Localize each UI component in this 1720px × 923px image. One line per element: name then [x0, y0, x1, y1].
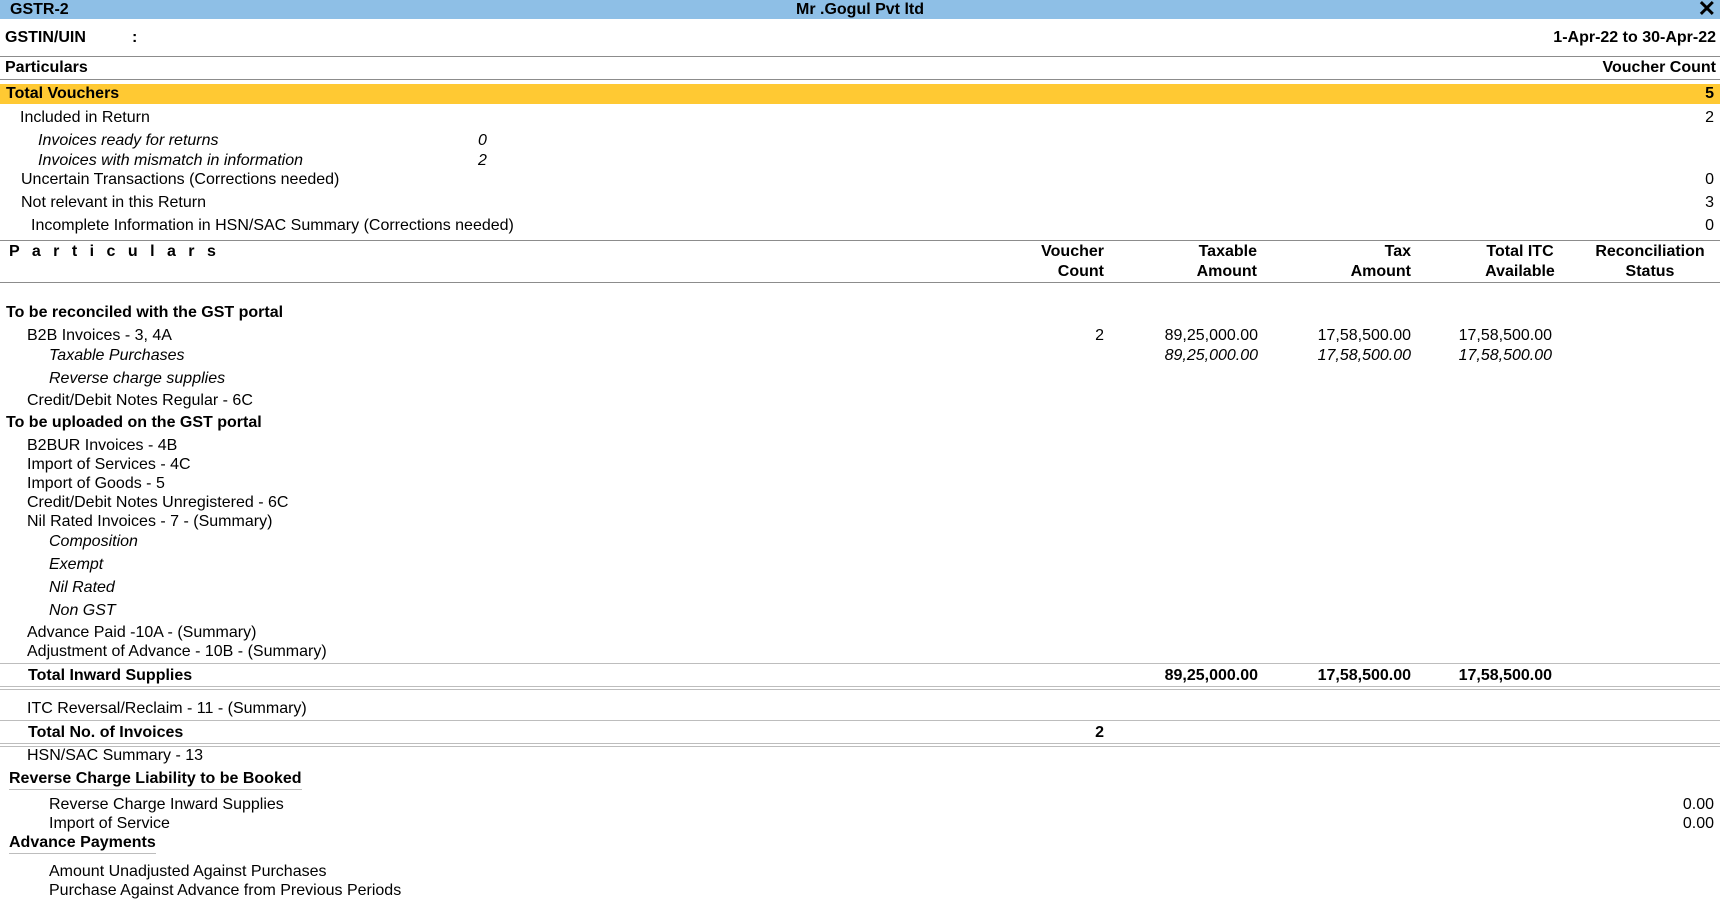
- reverse-charge-heading: Reverse Charge Liability to be Booked: [9, 769, 302, 790]
- advance-paid-label[interactable]: Advance Paid -10A - (Summary): [27, 623, 256, 642]
- amount-unadjusted-label[interactable]: Amount Unadjusted Against Purchases: [49, 862, 327, 881]
- report-name: GSTR-2: [10, 1, 69, 18]
- divider: [0, 746, 1720, 747]
- total-itc-col-header-2: Available: [1485, 263, 1555, 280]
- total-inward-taxable: 89,25,000.00: [1164, 667, 1258, 684]
- taxable-purchases-taxable: 89,25,000.00: [1164, 347, 1258, 364]
- invoices-mismatch-label[interactable]: Invoices with mismatch in information: [38, 151, 303, 170]
- divider: [0, 56, 1720, 57]
- total-vouchers-row[interactable]: [0, 84, 1720, 104]
- import-goods-label[interactable]: Import of Goods - 5: [27, 474, 165, 493]
- total-inward-itc: 17,58,500.00: [1458, 667, 1552, 684]
- tax-amount-col-header: Tax: [1384, 243, 1411, 260]
- reverse-charge-inward-value: 0.00: [1682, 796, 1714, 813]
- divider: [0, 79, 1720, 80]
- gstin-label: GSTIN/UIN: [5, 29, 86, 46]
- gstin-colon: :: [132, 29, 138, 46]
- divider: [0, 743, 1720, 744]
- included-in-return-label[interactable]: Included in Return: [20, 108, 150, 127]
- import-of-service-value: 0.00: [1682, 815, 1714, 832]
- not-relevant-value: 3: [1705, 194, 1714, 211]
- reverse-charge-inward-label[interactable]: Reverse Charge Inward Supplies: [49, 795, 284, 814]
- b2bur-invoices-label[interactable]: B2BUR Invoices - 4B: [27, 436, 177, 455]
- cdn-unregistered-label[interactable]: Credit/Debit Notes Unregistered - 6C: [27, 493, 288, 512]
- taxable-purchases-itc: 17,58,500.00: [1458, 347, 1552, 364]
- exempt-label[interactable]: Exempt: [49, 555, 103, 574]
- close-icon[interactable]: ✕: [1698, 0, 1716, 20]
- uncertain-transactions-label[interactable]: Uncertain Transactions (Corrections need…: [21, 170, 339, 189]
- divider: [0, 686, 1720, 687]
- divider: [0, 282, 1720, 283]
- nil-rated-label[interactable]: Nil Rated: [49, 578, 115, 597]
- b2b-invoices-tax: 17,58,500.00: [1317, 327, 1411, 344]
- hsn-summary-label[interactable]: HSN/SAC Summary - 13: [27, 746, 203, 765]
- import-of-service-label[interactable]: Import of Service: [49, 814, 170, 833]
- total-vouchers-label[interactable]: Total Vouchers: [6, 84, 119, 103]
- cdn-regular-label[interactable]: Credit/Debit Notes Regular - 6C: [27, 391, 253, 410]
- reconciliation-col-header-2: Status: [1625, 263, 1675, 280]
- total-inward-tax: 17,58,500.00: [1317, 667, 1411, 684]
- tax-amount-col-header-2: Amount: [1350, 263, 1411, 280]
- invoices-mismatch-value: 2: [478, 152, 487, 169]
- nil-rated-invoices-label[interactable]: Nil Rated Invoices - 7 - (Summary): [27, 512, 272, 531]
- total-vouchers-value: 5: [1705, 85, 1714, 102]
- b2b-invoices-taxable: 89,25,000.00: [1164, 327, 1258, 344]
- itc-reversal-label[interactable]: ITC Reversal/Reclaim - 11 - (Summary): [27, 699, 307, 718]
- upload-heading: To be uploaded on the GST portal: [6, 414, 262, 431]
- reconciliation-col-header: Reconciliation: [1595, 243, 1705, 260]
- voucher-count-col-header-2: Count: [1057, 263, 1104, 280]
- title-bar: Mr .Gogul Pvt ltd GSTR-2 ✕: [0, 0, 1720, 20]
- adjustment-advance-label[interactable]: Adjustment of Advance - 10B - (Summary): [27, 642, 327, 661]
- table-particulars-header: P a r t i c u l a r s: [9, 243, 220, 260]
- total-itc-col-header: Total ITC: [1486, 243, 1554, 260]
- incomplete-hsn-value: 0: [1705, 217, 1714, 234]
- b2b-invoices-label[interactable]: B2B Invoices - 3, 4A: [27, 326, 172, 345]
- advance-payments-heading: Advance Payments: [9, 833, 156, 854]
- not-relevant-label[interactable]: Not relevant in this Return: [21, 193, 206, 212]
- b2b-invoices-count: 2: [1095, 327, 1104, 344]
- voucher-count-header: Voucher Count: [1602, 59, 1716, 76]
- taxable-purchases-label[interactable]: Taxable Purchases: [49, 346, 185, 365]
- non-gst-label[interactable]: Non GST: [49, 601, 116, 620]
- taxable-amount-col-header-2: Amount: [1196, 263, 1257, 280]
- voucher-count-col-header: Voucher: [1041, 243, 1104, 260]
- particulars-header: Particulars: [5, 59, 88, 76]
- reverse-charge-supplies-label[interactable]: Reverse charge supplies: [49, 369, 225, 388]
- purchase-against-advance-label[interactable]: Purchase Against Advance from Previous P…: [49, 881, 401, 900]
- invoices-ready-value: 0: [478, 132, 487, 149]
- divider: [0, 240, 1720, 241]
- incomplete-hsn-label[interactable]: Incomplete Information in HSN/SAC Summar…: [31, 216, 514, 235]
- included-in-return-value: 2: [1705, 109, 1714, 126]
- company-name: Mr .Gogul Pvt ltd: [796, 1, 924, 18]
- taxable-purchases-tax: 17,58,500.00: [1317, 347, 1411, 364]
- divider: [0, 720, 1720, 721]
- total-invoices-label[interactable]: Total No. of Invoices: [28, 723, 183, 742]
- uncertain-transactions-value: 0: [1705, 171, 1714, 188]
- composition-label[interactable]: Composition: [49, 532, 138, 551]
- report-period[interactable]: 1-Apr-22 to 30-Apr-22: [1553, 28, 1716, 47]
- reconcile-heading: To be reconciled with the GST portal: [6, 304, 284, 321]
- divider: [0, 663, 1720, 664]
- divider: [0, 689, 1720, 690]
- total-invoices-count: 2: [1095, 724, 1104, 741]
- taxable-amount-col-header: Taxable: [1198, 243, 1257, 260]
- invoices-ready-label[interactable]: Invoices ready for returns: [38, 131, 219, 150]
- b2b-invoices-itc: 17,58,500.00: [1458, 327, 1552, 344]
- import-services-label[interactable]: Import of Services - 4C: [27, 455, 191, 474]
- total-inward-label[interactable]: Total Inward Supplies: [28, 666, 192, 685]
